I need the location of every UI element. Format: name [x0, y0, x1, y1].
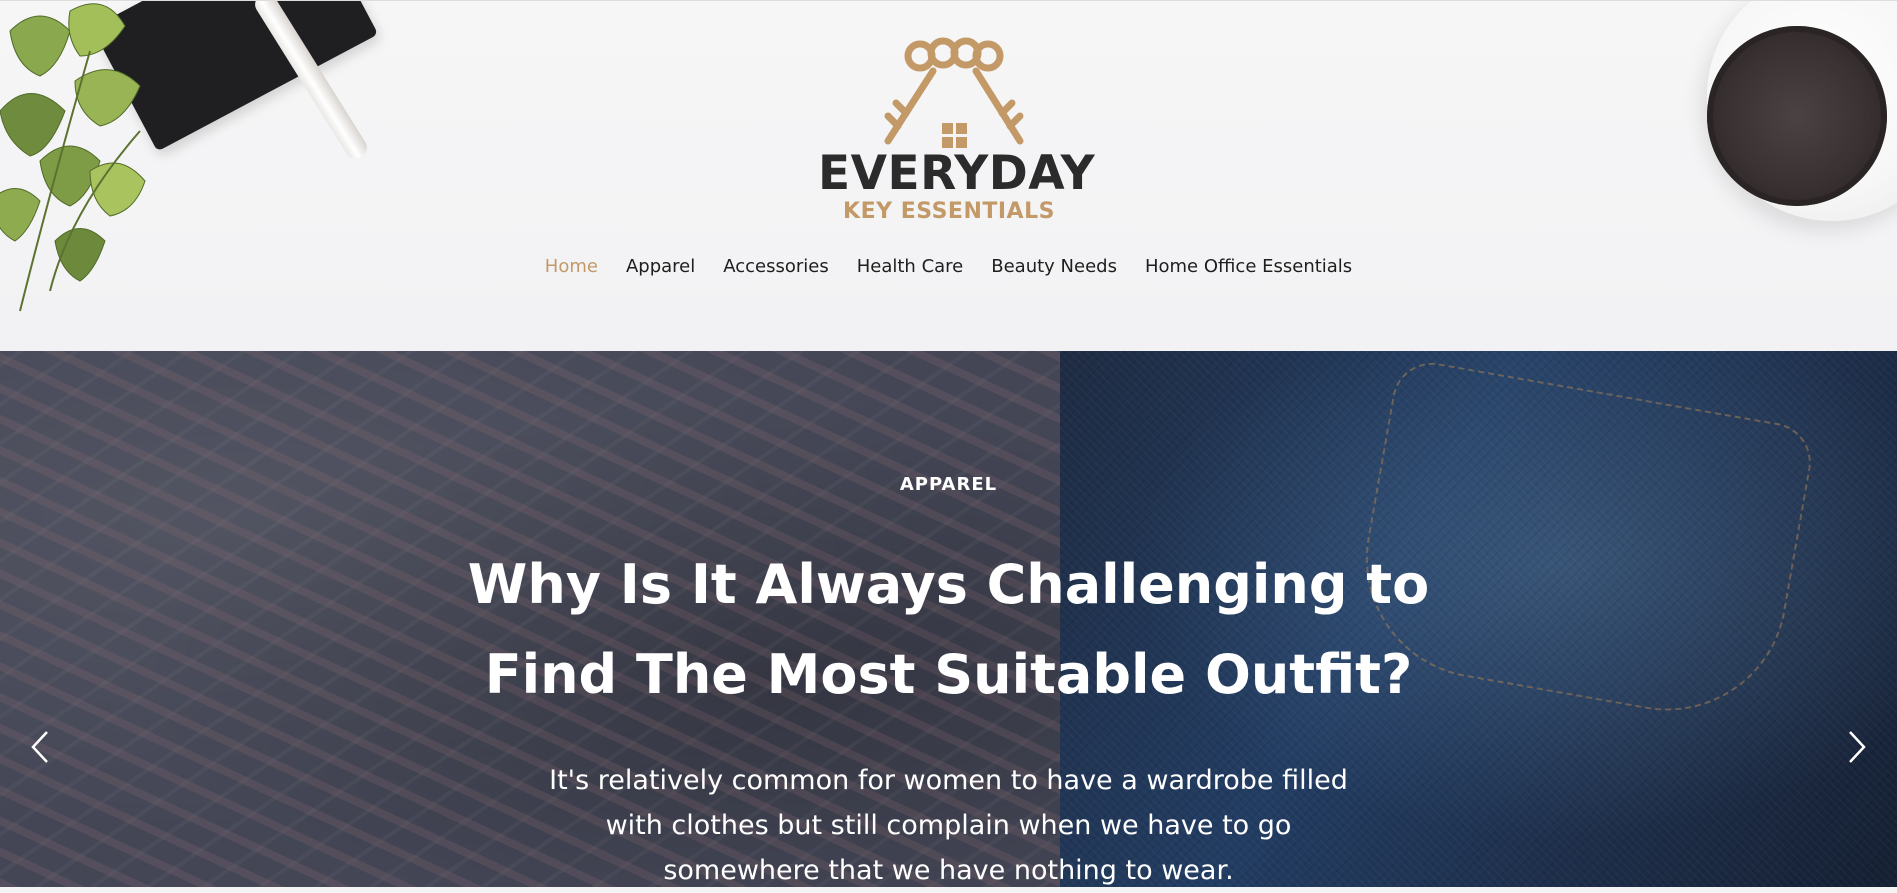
nav-item-apparel[interactable]: Apparel: [626, 256, 695, 277]
nav-item-health-care[interactable]: Health Care: [857, 256, 964, 277]
hero-excerpt-line-1: It's relatively common for women to have…: [549, 765, 1348, 796]
hero-excerpt-line-3: somewhere that we have nothing to wear.: [663, 855, 1234, 886]
hero-excerpt-line-2: with clothes but still complain when we …: [605, 810, 1292, 841]
nav-item-beauty-needs[interactable]: Beauty Needs: [991, 256, 1117, 277]
hero-title-line-2: Find The Most Suitable Outfit?: [484, 643, 1413, 706]
hero-excerpt: It's relatively common for women to have…: [490, 758, 1407, 893]
plant-decoration: [0, 3, 146, 312]
chevron-right-icon[interactable]: [1842, 728, 1872, 766]
hero-title[interactable]: Why Is It Always Challenging to Find The…: [350, 540, 1547, 720]
brand-tagline: KEY ESSENTIALS: [843, 199, 1055, 224]
main-nav: Home Apparel Accessories Health Care Bea…: [0, 256, 1897, 277]
hero-category-label[interactable]: APPAREL: [0, 474, 1897, 495]
coffee-cup: [1707, 26, 1887, 206]
site-header: EVERYDAY KEY ESSENTIALS Home Apparel Acc…: [0, 0, 1897, 352]
nav-item-accessories[interactable]: Accessories: [723, 256, 829, 277]
hero-title-line-1: Why Is It Always Challenging to: [467, 553, 1430, 616]
chevron-left-icon[interactable]: [25, 728, 55, 766]
nav-item-home-office-essentials[interactable]: Home Office Essentials: [1145, 256, 1352, 277]
brand-name: EVERYDAY: [818, 146, 1096, 201]
nav-item-home[interactable]: Home: [545, 256, 598, 277]
